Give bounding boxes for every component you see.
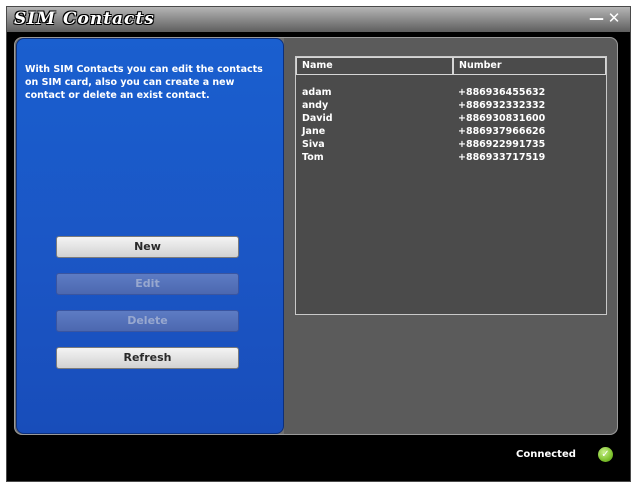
- title-bar[interactable]: SIM Contacts — ✕: [7, 7, 630, 32]
- column-header-number[interactable]: Number: [453, 57, 606, 75]
- connection-status: Connected: [516, 449, 576, 460]
- contact-number: +886933717519: [458, 152, 546, 163]
- column-header-name[interactable]: Name: [296, 57, 453, 75]
- contact-number: +886930831600: [458, 113, 546, 124]
- table-header: Name Number: [296, 57, 606, 75]
- description-text: With SIM Contacts you can edit the conta…: [25, 64, 263, 101]
- contact-name: David: [302, 113, 333, 124]
- contact-name: Tom: [302, 152, 324, 163]
- contact-number: +886932332332: [458, 100, 546, 111]
- table-row[interactable]: Jane +886937966626: [296, 125, 606, 138]
- check-icon: ✓: [598, 447, 613, 462]
- delete-button[interactable]: Delete: [56, 310, 239, 332]
- contacts-table[interactable]: Name Number adam +886936455632 andy +886…: [295, 56, 607, 315]
- table-row[interactable]: Tom +886933717519: [296, 151, 606, 164]
- contact-number: +886936455632: [458, 87, 546, 98]
- refresh-button[interactable]: Refresh: [56, 347, 239, 369]
- table-row[interactable]: adam +886936455632: [296, 86, 606, 99]
- edit-button[interactable]: Edit: [56, 273, 239, 295]
- table-row[interactable]: David +886930831600: [296, 112, 606, 125]
- contact-name: Siva: [302, 139, 325, 150]
- table-row[interactable]: andy +886932332332: [296, 99, 606, 112]
- contact-number: +886937966626: [458, 126, 546, 137]
- contact-name: andy: [302, 100, 329, 111]
- contact-name: Jane: [302, 126, 326, 137]
- table-row[interactable]: Siva +886922991735: [296, 138, 606, 151]
- contact-name: adam: [302, 87, 332, 98]
- contact-number: +886922991735: [458, 139, 546, 150]
- new-button[interactable]: New: [56, 236, 239, 258]
- window-title: SIM Contacts: [14, 9, 155, 29]
- minimize-icon[interactable]: —: [589, 10, 604, 26]
- close-icon[interactable]: ✕: [607, 10, 621, 26]
